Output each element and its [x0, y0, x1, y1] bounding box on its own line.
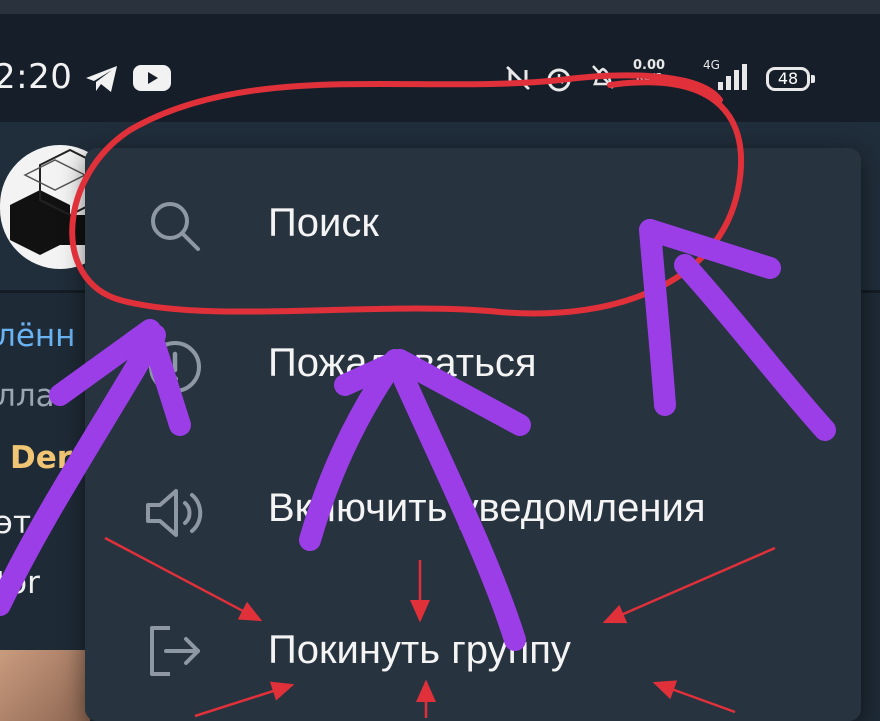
status-time: 2:20: [0, 57, 73, 97]
battery-icon: 48: [766, 67, 815, 91]
chat-row-0: лённ: [0, 318, 76, 354]
speaker-icon: [146, 489, 203, 537]
alarm-icon: [547, 68, 571, 92]
network-speed-unit: KB/S: [635, 72, 663, 83]
signal-icon: [718, 64, 747, 90]
message-photo[interactable]: [0, 650, 90, 721]
chat-row-4: tor: [0, 565, 40, 601]
network-speed: 0.00 KB/S: [633, 58, 666, 84]
menu-item-leave-group-label: Покинуть группу: [268, 628, 571, 672]
chat-row-1: лла: [0, 378, 55, 414]
report-icon: [149, 341, 201, 393]
search-icon: [151, 202, 200, 251]
context-menu: Поиск Пожаловаться Включить уведомления …: [85, 148, 861, 721]
menu-item-search-label: Поиск: [268, 201, 379, 245]
top-edge-strip: [0, 0, 880, 14]
telegram-icon: [86, 66, 117, 92]
nfc-icon: [506, 66, 530, 90]
leave-icon: [150, 626, 200, 676]
menu-item-enable-notifications[interactable]: Включить уведомления: [85, 438, 861, 578]
menu-item-leave-group[interactable]: Покинуть группу: [85, 578, 861, 718]
do-not-disturb-icon: [592, 65, 614, 89]
network-speed-value: 0.00: [633, 58, 666, 73]
chat-row-3: это: [0, 505, 51, 541]
chat-row-2: Der: [10, 440, 73, 476]
youtube-icon: [133, 65, 171, 91]
menu-item-report[interactable]: Пожаловаться: [85, 296, 861, 436]
menu-item-report-label: Пожаловаться: [268, 341, 537, 385]
menu-item-enable-notifications-label: Включить уведомления: [268, 486, 706, 530]
menu-item-search[interactable]: Поиск: [85, 153, 861, 293]
